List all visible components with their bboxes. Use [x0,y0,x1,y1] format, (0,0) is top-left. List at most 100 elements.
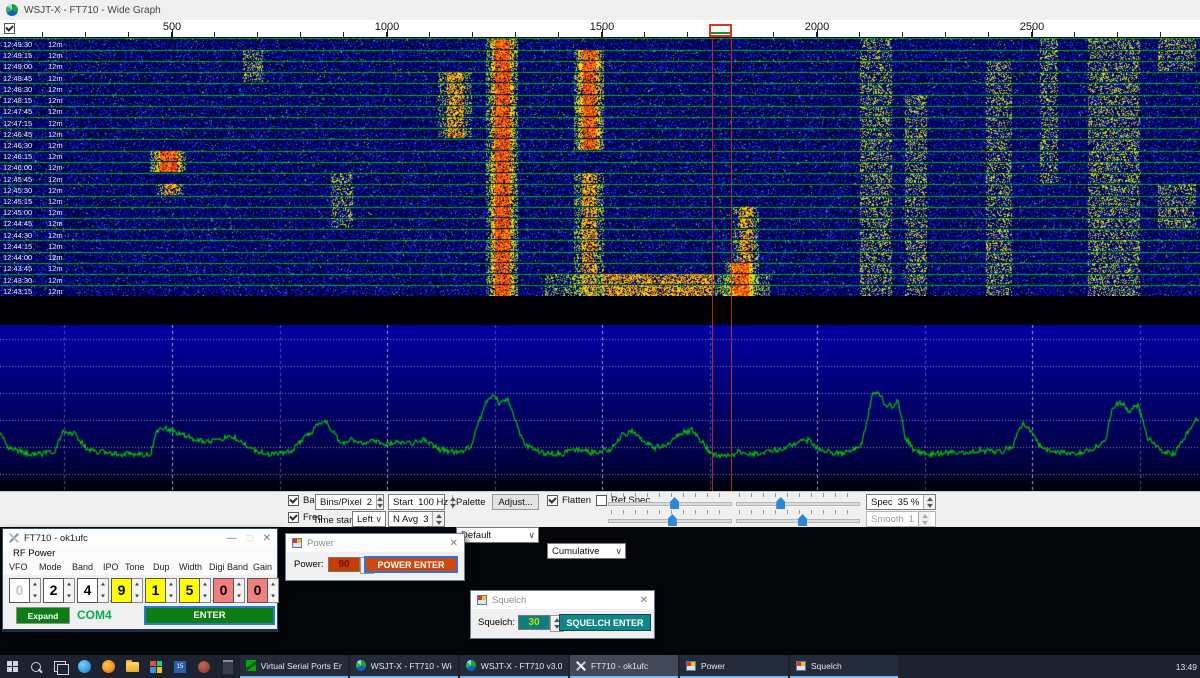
frequency-digit[interactable]: 0 [213,578,234,603]
frequency-digit-spinner[interactable]: 5. [179,578,211,603]
file-explorer-button[interactable] [120,655,144,678]
close-icon[interactable]: ✕ [640,595,648,606]
app-grid-button[interactable] [144,655,168,678]
waterfall-timestamp: 12:43:15 [3,287,32,296]
spinner-arrows[interactable] [452,495,453,509]
edge-button[interactable] [72,655,96,678]
form-icon [477,595,487,605]
adjust-button[interactable]: Adjust... [492,494,539,510]
spinner-arrows[interactable] [432,512,444,526]
waterfall-band-label: 12m [48,276,63,285]
frequency-digit-spinner[interactable]: 0 [213,578,245,603]
power-enter-button[interactable]: POWER ENTER [364,556,458,573]
taskbar-clock[interactable]: 13:49 [1176,655,1200,678]
spec-spinbox[interactable]: Spec35 % [866,494,936,510]
waterfall-gain-slider[interactable] [608,493,732,509]
enter-button[interactable]: ENTER [144,606,275,625]
rx-tx-frequency-marker[interactable] [709,24,732,37]
spinner-arrows[interactable] [268,578,279,603]
squelch-spinbox[interactable]: 30 [518,615,564,630]
slider-thumb[interactable] [670,497,679,509]
close-icon[interactable]: ✕ [263,533,271,544]
mode-combo[interactable]: Cumulative [547,543,626,559]
waterfall-zero-slider[interactable] [736,493,860,509]
rf-power-menu[interactable]: RF Power [3,547,277,560]
taskbar-button-wsjt-x-ft710-wid[interactable]: WSJT-X - FT710 - Wid... [350,655,458,678]
slider-thumb[interactable] [798,514,807,526]
flatten-checkbox[interactable]: Flatten [547,495,591,506]
rx-marker-line [711,32,730,34]
frequency-digit[interactable]: 9 [111,578,132,603]
taskbar-buttons: Virtual Serial Ports Em...WSJT-X - FT710… [240,655,900,678]
palette-combo[interactable]: Default [456,527,539,543]
expand-button[interactable]: Expand [16,607,70,624]
spinner-arrows[interactable] [923,495,935,509]
squelch-titlebar[interactable]: Squelch ✕ [471,591,654,609]
squelch-enter-button[interactable]: SQUELCH ENTER [559,614,651,631]
taskbar-button-wsjt-x-ft710-v3-0[interactable]: WSJT-X - FT710 v3.0.... [460,655,568,678]
spinner-arrows[interactable] [376,495,383,509]
taskbar-button-power[interactable]: Power [680,655,788,678]
slider-thumb[interactable] [776,497,785,509]
taskbar-button-virtual-serial-ports-em[interactable]: Virtual Serial Ports Em... [240,655,348,678]
frequency-digit-spinner[interactable]: 4, [77,578,109,603]
frequency-digit-spinner[interactable]: 0 [9,578,41,603]
calendar-button[interactable]: 15 [168,655,192,678]
taskbar-button-label: FT710 - ok1ufc [591,661,648,671]
squelch-value[interactable]: 30 [518,615,550,630]
spinner-arrows[interactable] [30,578,41,603]
start-hz-spinbox[interactable]: Start100 Hz [388,494,445,510]
spectrum-area[interactable] [0,325,1200,491]
frequency-digit[interactable]: 1 [145,578,166,603]
edge-icon [78,660,91,673]
browser-button[interactable] [96,655,120,678]
spectrum-gain-slider[interactable] [608,510,732,526]
flatten-checkbox-box[interactable] [547,495,558,506]
spinner-arrows[interactable] [64,578,75,603]
taskbar-button-ft710-ok1ufc[interactable]: FT710 - ok1ufc [570,655,678,678]
spinner-arrows[interactable] [132,578,143,603]
frequency-digit-spinner[interactable]: 2 [43,578,75,603]
spinner-arrows[interactable] [166,578,177,603]
freq-checkbox-box[interactable] [288,512,299,523]
spectrum-zero-slider[interactable] [736,510,860,526]
spinner-arrows[interactable] [234,578,245,603]
frequency-digit-spinner[interactable]: 9 [111,578,143,603]
minimize-icon[interactable]: — [227,533,237,544]
frequency-digit[interactable]: 0 [9,578,30,603]
ft710-titlebar[interactable]: FT710 - ok1ufc — □ ✕ [3,529,277,547]
form-icon [796,661,806,671]
windows-logo-icon [7,661,18,672]
start-button[interactable] [0,655,24,678]
slider-thumb[interactable] [668,514,677,526]
frequency-digit[interactable]: 4 [77,578,98,603]
virtual-serial-ports-icon [246,660,256,671]
n-avg-spinbox[interactable]: N Avg3 [388,511,445,527]
notes-button[interactable] [216,655,240,678]
frequency-digit-spinner[interactable]: 1 [145,578,177,603]
waterfall-canvas[interactable] [0,38,1200,296]
time-stamp-combo[interactable]: Left [352,511,386,527]
frequency-digit[interactable]: 2 [43,578,64,603]
maximize-icon[interactable]: □ [247,533,253,544]
power-titlebar[interactable]: Power ✕ [286,534,464,552]
spectrum-canvas[interactable] [0,325,1200,491]
frequency-digit[interactable]: 5 [179,578,200,603]
waterfall-area[interactable]: 12:49:3012m12:49:1512m12:49:0012m12:48:4… [0,38,1200,296]
spinner-arrows[interactable] [98,578,109,603]
frequency-scale[interactable]: 5001000150020002500 [0,20,1200,38]
power-title: Power [307,538,445,549]
app-red-button[interactable] [192,655,216,678]
frequency-digit[interactable]: 0 [247,578,268,603]
frequency-digit-spinner[interactable]: 0 [247,578,279,603]
search-button[interactable] [24,655,48,678]
bins-per-pixel-spinbox[interactable]: Bins/Pixel2 [315,494,384,510]
bars-checkbox-box[interactable] [288,495,299,506]
spinner-arrows[interactable] [200,578,211,603]
ref-spec-checkbox-box[interactable] [596,495,607,506]
task-view-button[interactable] [48,655,72,678]
com-port-label: COM4 [77,608,112,622]
taskbar-button-squelch[interactable]: Squelch [790,655,898,678]
close-icon[interactable]: ✕ [450,538,458,549]
power-value[interactable]: 90 [328,557,360,572]
